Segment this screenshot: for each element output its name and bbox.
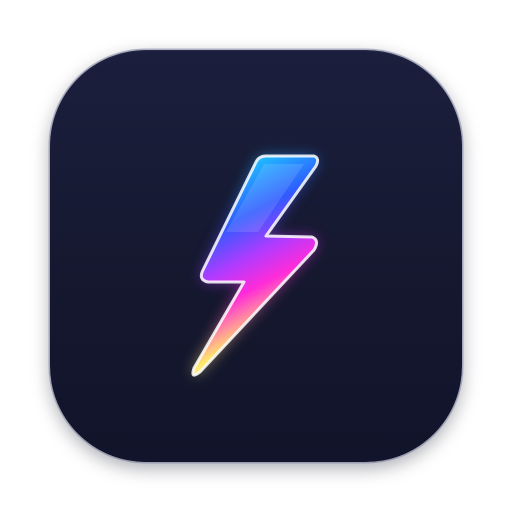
lightning-bolt-icon	[191, 154, 320, 377]
app-icon[interactable]	[50, 50, 462, 462]
icon-canvas	[0, 0, 512, 512]
